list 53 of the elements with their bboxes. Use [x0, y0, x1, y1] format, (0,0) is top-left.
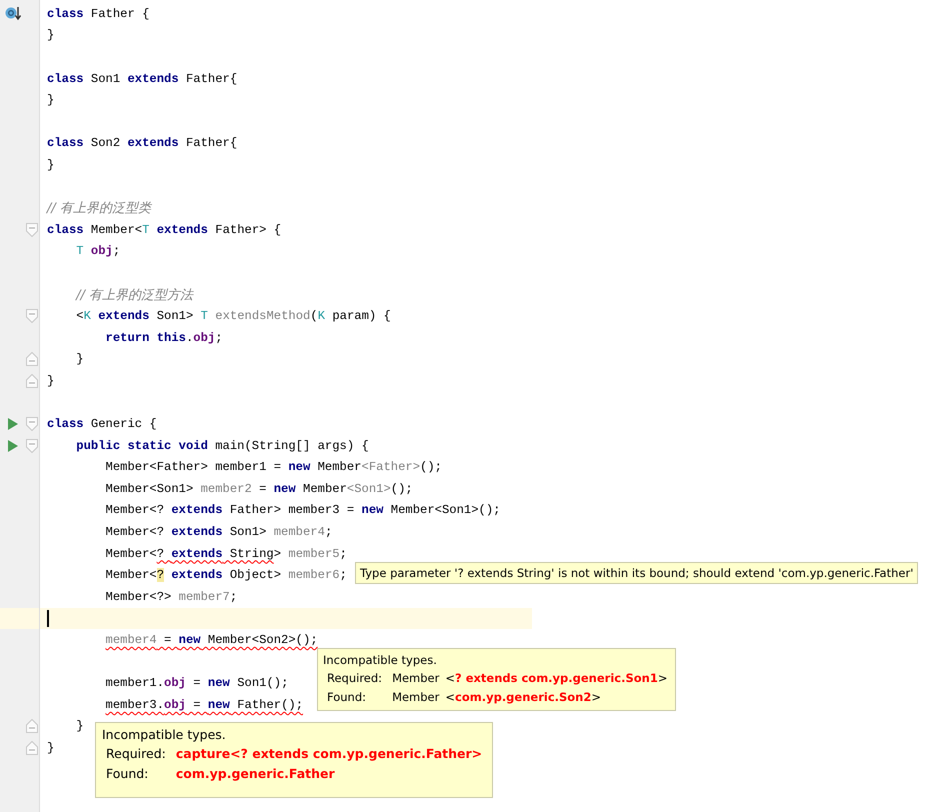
- code-line: Member<?> member7;: [106, 590, 238, 604]
- type-value: <com.yp.generic.Son2>: [445, 690, 602, 704]
- code-line: Member<? extends Object> member6;: [106, 568, 347, 582]
- code-line: public static void main(String[] args) {: [76, 438, 369, 453]
- code-line: class Son2 extends Father{: [47, 136, 238, 150]
- code-line: }: [47, 158, 54, 172]
- type-name: Member: [392, 690, 440, 704]
- type-label: Required:: [106, 746, 166, 761]
- code-line: class Member<T extends Father> {: [47, 222, 282, 237]
- type-label: Required:: [327, 671, 382, 685]
- code-line: }: [47, 28, 54, 42]
- tooltip-title: Incompatible types.: [323, 653, 438, 667]
- code-line: Member<? extends String> member5;: [106, 546, 347, 561]
- fold-icon[interactable]: [26, 374, 38, 388]
- fold-icon[interactable]: [26, 438, 38, 453]
- fold-icon[interactable]: [26, 222, 38, 237]
- code-line: }: [76, 719, 84, 734]
- code-line: class Son1 extends Father{: [47, 72, 238, 86]
- code-line: member1.obj = new Son1();: [106, 676, 288, 690]
- code-line: Member<Father> member1 = new Member<Father>();: [106, 460, 442, 474]
- code-line: }: [47, 374, 54, 388]
- type-value: com.yp.generic.Father: [176, 766, 335, 781]
- code-line: return this.obj;: [106, 330, 223, 345]
- code-line: T obj;: [76, 244, 120, 258]
- code-line: }: [76, 352, 84, 366]
- code-line: }: [47, 93, 54, 108]
- fold-icon[interactable]: [26, 309, 38, 324]
- type-name: Member: [392, 671, 440, 685]
- code-line: Member<? extends Son1> member4;: [106, 525, 332, 540]
- run-icon[interactable]: [8, 440, 18, 452]
- type-value: capture<? extends com.yp.generic.Father>: [176, 746, 482, 761]
- code-line: class Generic {: [47, 417, 157, 432]
- fold-icon[interactable]: [26, 719, 38, 734]
- code-line: class Father {: [47, 6, 150, 21]
- override-icon[interactable]: [5, 6, 21, 22]
- tooltip-title: Incompatible types.: [102, 727, 227, 742]
- type-label: Found:: [106, 766, 150, 781]
- code-line: <K extends Son1> T extendsMethod(K param) {: [76, 309, 391, 324]
- type-label: Found:: [327, 690, 367, 704]
- code-line: Member<? extends Father> member3 = new Member<Son1>();: [106, 503, 500, 518]
- text-caret: [47, 610, 49, 627]
- code-line: Member<Son1> member2 = new Member<Son1>();: [106, 482, 413, 496]
- run-icon[interactable]: [8, 418, 18, 430]
- code-line: }: [47, 740, 54, 755]
- type-value: <? extends com.yp.generic.Son1>: [445, 671, 668, 685]
- tooltip-text: Type parameter '? extends String' is not within its bound; should extend 'com.yp.generic.Father': [360, 566, 914, 580]
- code-line: member3.obj = new Father();: [106, 698, 304, 712]
- code-comment: // 有上界的泛型类: [47, 200, 151, 218]
- code-line: member4 = new Member<Son2>();: [106, 633, 318, 648]
- code-comment: // 有上界的泛型方法: [76, 286, 194, 304]
- fold-icon[interactable]: [26, 352, 38, 366]
- fold-icon[interactable]: [26, 740, 38, 755]
- fold-icon[interactable]: [26, 417, 38, 432]
